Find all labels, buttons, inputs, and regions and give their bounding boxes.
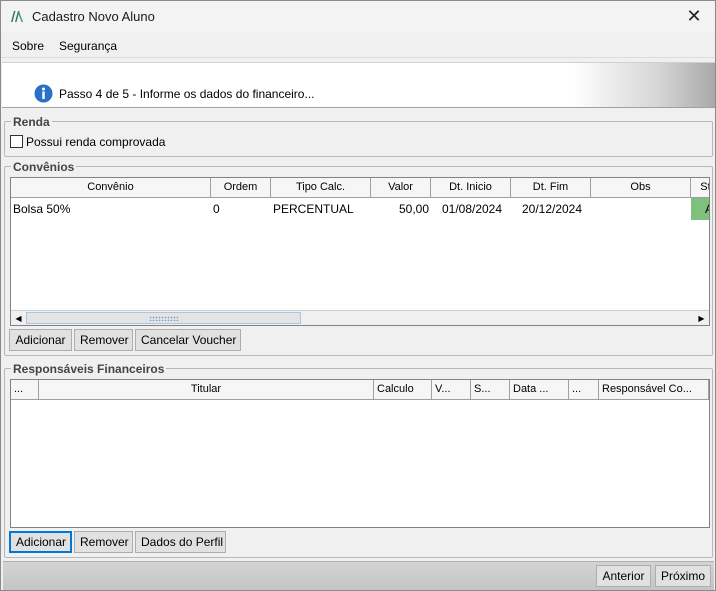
renda-checkbox[interactable] bbox=[10, 135, 23, 148]
column-header-valor[interactable]: Valor bbox=[371, 178, 431, 198]
scroll-right-arrow-icon[interactable]: ▶ bbox=[694, 311, 709, 325]
step-text: Passo 4 de 5 - Informe os dados do finan… bbox=[59, 87, 315, 101]
responsaveis-group: Responsáveis Financeiros ... Titular Cal… bbox=[4, 362, 713, 558]
convenios-group-title: Convênios bbox=[11, 160, 77, 174]
renda-group: Renda Possui renda comprovada bbox=[4, 115, 713, 157]
responsaveis-grid[interactable]: ... Titular Calculo V... S... Data ... .… bbox=[10, 379, 710, 528]
responsaveis-group-title: Responsáveis Financeiros bbox=[11, 362, 167, 376]
column-header-extra[interactable]: ... bbox=[569, 380, 599, 400]
convenios-group: Convênios Convênio Ordem Tipo Calc. Valo… bbox=[4, 160, 713, 356]
column-header-ordem[interactable]: Ordem bbox=[211, 178, 271, 198]
column-header-titular[interactable]: Titular bbox=[39, 380, 374, 400]
cell-status: A bbox=[691, 198, 709, 220]
menu-bar: Sobre Segurança bbox=[1, 34, 715, 58]
window: Cadastro Novo Aluno ✕ Sobre Segurança Pa… bbox=[0, 0, 716, 591]
renda-group-title: Renda bbox=[11, 115, 52, 129]
responsaveis-remove-button[interactable]: Remover bbox=[74, 531, 133, 553]
cell-valor: 50,00 bbox=[398, 202, 429, 216]
table-row[interactable]: Bolsa 50% 0 PERCENTUAL 50,00 01/08/2024 … bbox=[11, 198, 709, 220]
column-header-obs[interactable]: Obs bbox=[591, 178, 691, 198]
column-header-responsavel-contrato[interactable]: Responsável Co... bbox=[599, 380, 709, 400]
window-title: Cadastro Novo Aluno bbox=[32, 9, 155, 24]
next-button[interactable]: Próximo bbox=[655, 565, 711, 587]
column-header-select[interactable]: ... bbox=[11, 380, 39, 400]
convenios-grid-header: Convênio Ordem Tipo Calc. Valor Dt. Inic… bbox=[11, 178, 709, 198]
column-header-status[interactable]: S... bbox=[471, 380, 510, 400]
column-header-calculo[interactable]: Calculo bbox=[374, 380, 432, 400]
menu-item-sobre[interactable]: Sobre bbox=[12, 39, 44, 53]
scrollbar-thumb[interactable] bbox=[26, 312, 301, 324]
cell-convenio: Bolsa 50% bbox=[13, 202, 71, 216]
convenios-add-button[interactable]: Adicionar bbox=[9, 329, 72, 351]
responsaveis-add-button[interactable]: Adicionar bbox=[9, 531, 72, 553]
cancel-voucher-button[interactable]: Cancelar Voucher bbox=[135, 329, 241, 351]
cell-tipo-calc: PERCENTUAL bbox=[273, 202, 354, 216]
previous-button[interactable]: Anterior bbox=[596, 565, 651, 587]
scroll-left-arrow-icon[interactable]: ◀ bbox=[11, 311, 26, 325]
cell-obs bbox=[591, 198, 691, 220]
profile-data-button[interactable]: Dados do Perfil bbox=[135, 531, 226, 553]
info-icon bbox=[34, 84, 53, 103]
footer-bar: Anterior Próximo bbox=[3, 561, 714, 590]
column-header-dt-inicio[interactable]: Dt. Inicio bbox=[431, 178, 511, 198]
horizontal-scrollbar[interactable]: ◀ ▶ bbox=[11, 310, 709, 325]
app-logo-icon bbox=[11, 11, 23, 22]
responsaveis-grid-header: ... Titular Calculo V... S... Data ... .… bbox=[11, 380, 709, 400]
column-header-data[interactable]: Data ... bbox=[510, 380, 569, 400]
menu-item-seguranca[interactable]: Segurança bbox=[59, 39, 117, 53]
close-icon: ✕ bbox=[686, 6, 702, 26]
cell-dt-fim: 20/12/2024 bbox=[521, 202, 583, 216]
column-header-dt-fim[interactable]: Dt. Fim bbox=[511, 178, 591, 198]
cell-dt-inicio: 01/08/2024 bbox=[441, 202, 503, 216]
title-bar: Cadastro Novo Aluno ✕ bbox=[1, 1, 715, 32]
cell-ordem: 0 bbox=[213, 202, 220, 216]
column-header-status[interactable]: St bbox=[691, 178, 709, 198]
step-banner: Passo 4 de 5 - Informe os dados do finan… bbox=[2, 62, 715, 108]
convenios-grid[interactable]: Convênio Ordem Tipo Calc. Valor Dt. Inic… bbox=[10, 177, 710, 326]
scrollbar-grip bbox=[149, 316, 179, 321]
renda-checkbox-label[interactable]: Possui renda comprovada bbox=[26, 135, 165, 149]
close-button[interactable]: ✕ bbox=[673, 1, 715, 32]
column-header-valor[interactable]: V... bbox=[432, 380, 471, 400]
convenios-remove-button[interactable]: Remover bbox=[74, 329, 133, 351]
column-header-convenio[interactable]: Convênio bbox=[11, 178, 211, 198]
column-header-tipo-calc[interactable]: Tipo Calc. bbox=[271, 178, 371, 198]
